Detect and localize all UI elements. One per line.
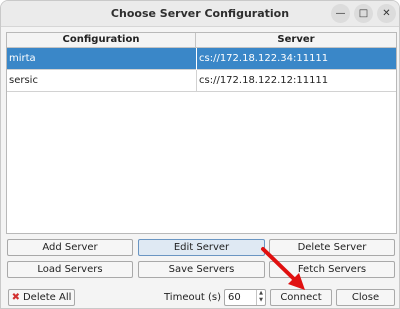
red-arrow-icon [261,247,305,290]
dialog-window: Choose Server Configuration — □ ✕ Config… [0,0,400,309]
